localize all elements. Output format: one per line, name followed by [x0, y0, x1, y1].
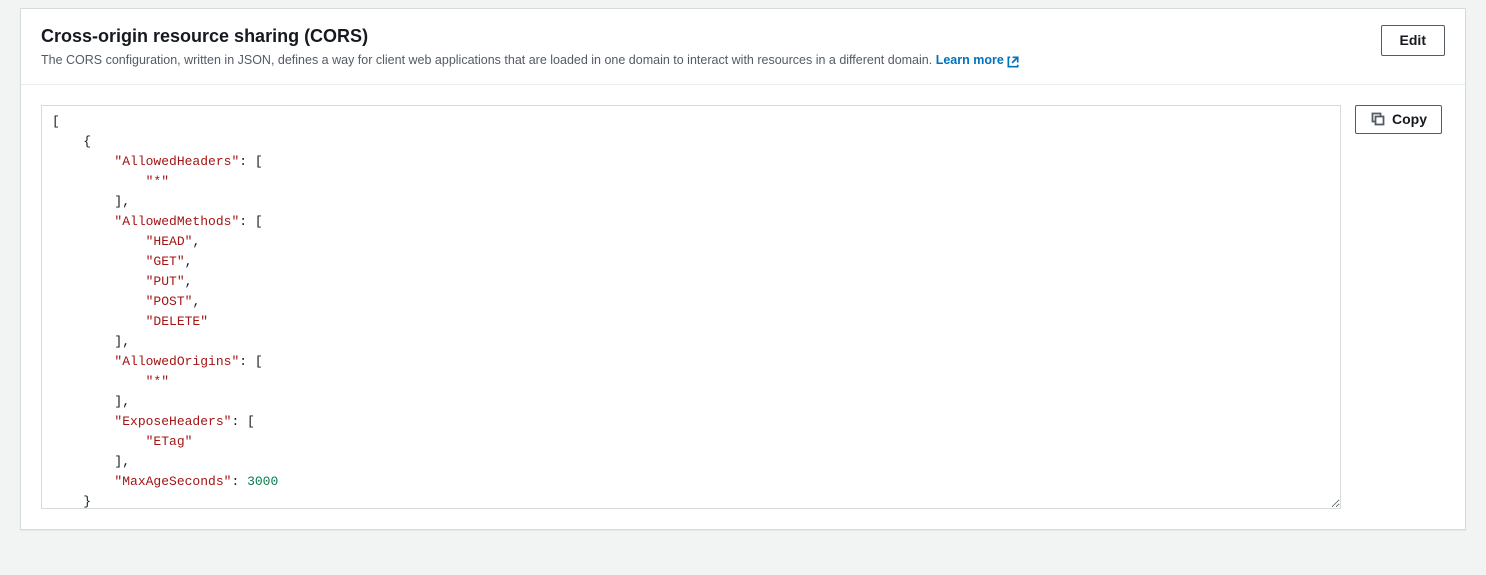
panel-body: [ { "AllowedHeaders": [ "*" ], "AllowedM…: [21, 85, 1465, 529]
panel-title: Cross-origin resource sharing (CORS): [41, 25, 1021, 48]
learn-more-label: Learn more: [936, 52, 1004, 70]
edit-button[interactable]: Edit: [1381, 25, 1445, 56]
cors-json-viewer[interactable]: [ { "AllowedHeaders": [ "*" ], "AllowedM…: [41, 105, 1341, 509]
panel-description: The CORS configuration, written in JSON,…: [41, 52, 1021, 70]
learn-more-link[interactable]: Learn more: [936, 52, 1021, 70]
cors-panel: Cross-origin resource sharing (CORS) The…: [20, 8, 1466, 530]
copy-column: Copy: [1355, 105, 1445, 134]
header-text: Cross-origin resource sharing (CORS) The…: [41, 25, 1021, 70]
description-text: The CORS configuration, written in JSON,…: [41, 53, 932, 67]
external-link-icon: [1006, 54, 1021, 69]
copy-icon: [1370, 111, 1386, 127]
panel-header: Cross-origin resource sharing (CORS) The…: [21, 9, 1465, 85]
copy-button-label: Copy: [1392, 111, 1427, 128]
copy-button[interactable]: Copy: [1355, 105, 1442, 134]
